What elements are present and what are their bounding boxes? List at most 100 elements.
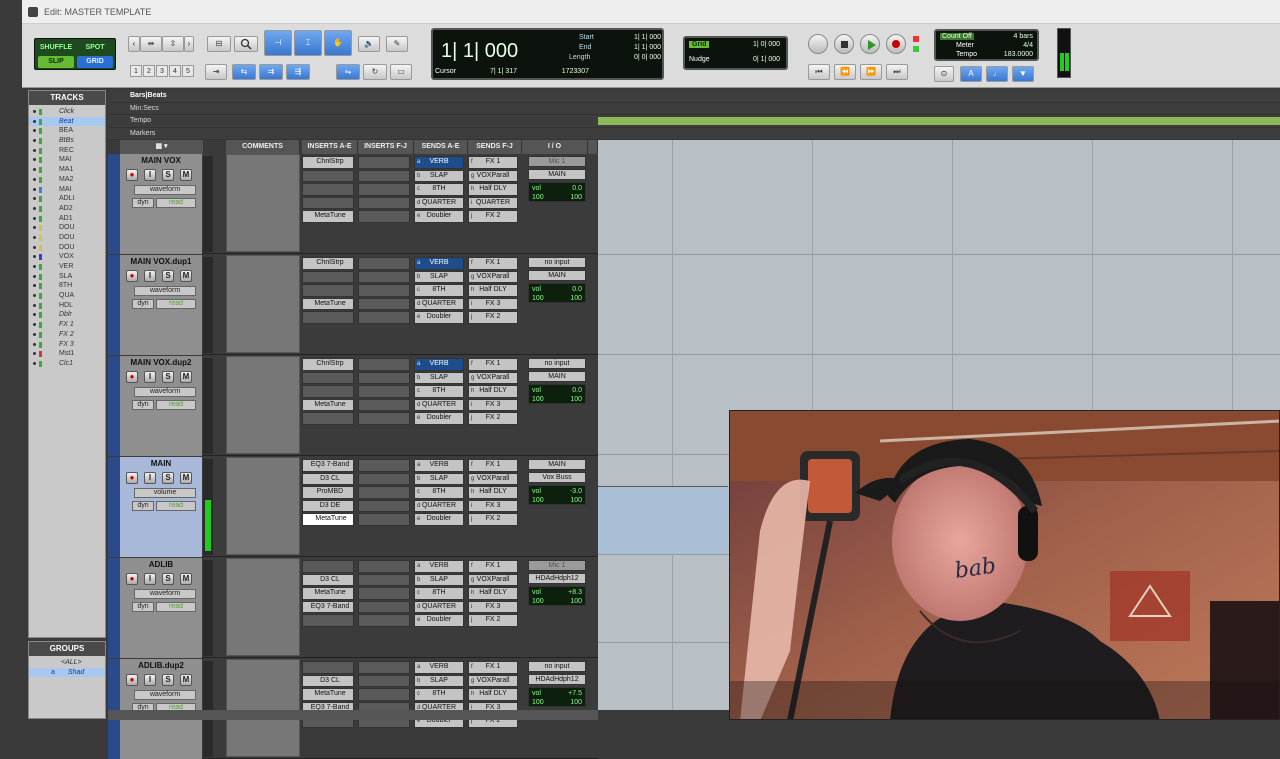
show-hide-dot[interactable] xyxy=(33,168,36,172)
mute-button[interactable]: M xyxy=(180,169,192,181)
track-list-item[interactable]: Dblr xyxy=(29,310,105,320)
track-view-selector[interactable]: waveform xyxy=(134,589,196,599)
show-hide-dot[interactable] xyxy=(33,352,36,356)
zoom-preset-3-button[interactable]: 3 xyxy=(156,65,168,77)
pan-right-value[interactable]: 100 xyxy=(570,496,582,505)
send-slot[interactable]: h Half DLY xyxy=(468,688,518,701)
automation-mode-selector[interactable]: read xyxy=(156,299,196,309)
insert-slot[interactable] xyxy=(358,513,410,526)
send-slot[interactable]: h Half DLY xyxy=(468,284,518,297)
insert-slot[interactable]: MetaTune xyxy=(302,398,354,411)
mirror-midi-button[interactable]: ⇋ xyxy=(336,64,360,80)
track-list-item[interactable]: AD2 xyxy=(29,204,105,214)
output-selector[interactable]: HDAdHdph12 xyxy=(528,573,586,584)
tracks-header[interactable]: TRACKS xyxy=(29,91,105,105)
track-list-item[interactable]: Mst1 xyxy=(29,349,105,359)
pan-left-value[interactable]: 100 xyxy=(532,194,544,201)
insert-slot[interactable] xyxy=(358,486,410,499)
ruler-markers[interactable]: Markers xyxy=(108,128,1280,140)
grid-label[interactable]: Grid xyxy=(689,41,710,48)
send-slot[interactable]: g VOXParall xyxy=(468,371,518,384)
track-list-item[interactable]: QUA xyxy=(29,291,105,301)
track-list-item[interactable]: FX 1 xyxy=(29,320,105,330)
send-slot[interactable]: g VOXParall xyxy=(468,270,518,283)
send-slot[interactable]: c 8TH xyxy=(414,587,464,600)
insert-slot[interactable] xyxy=(358,412,410,425)
insert-slot[interactable]: ChnlStrp xyxy=(302,257,354,270)
volume-pan-display[interactable]: vol +7.5 100 100 xyxy=(528,687,586,707)
automation-mode-selector[interactable]: read xyxy=(156,501,196,511)
track-list-item[interactable]: 8TH xyxy=(29,281,105,291)
zoom-vertical-button[interactable]: ⇳ xyxy=(162,36,184,52)
send-slot[interactable]: h Half DLY xyxy=(468,183,518,196)
insert-slot[interactable] xyxy=(358,183,410,196)
volume-pan-display[interactable]: vol 0.0 100 100 xyxy=(528,182,586,202)
solo-button[interactable]: S xyxy=(162,270,174,282)
link-track-button[interactable]: ⇉ xyxy=(259,64,283,80)
volume-pan-display[interactable]: vol 0.0 100 100 xyxy=(528,283,586,303)
volume-value[interactable]: 0.0 xyxy=(572,285,582,294)
send-slot[interactable]: e Doubler xyxy=(414,311,464,324)
tempo-value[interactable]: 183.0000 xyxy=(1004,51,1033,58)
volume-value[interactable]: 0.0 xyxy=(572,386,582,395)
insert-slot[interactable] xyxy=(302,183,354,196)
send-slot[interactable]: a VERB xyxy=(414,661,464,674)
comments-field[interactable] xyxy=(226,558,300,656)
pan-left-value[interactable]: 100 xyxy=(532,295,544,302)
show-hide-dot[interactable] xyxy=(33,110,36,113)
send-slot[interactable]: i FX 3 xyxy=(468,600,518,613)
show-hide-dot[interactable] xyxy=(33,303,36,307)
name-column-header[interactable]: ▦ ▾ xyxy=(120,140,204,154)
send-slot[interactable]: f FX 1 xyxy=(468,358,518,371)
insert-slot[interactable] xyxy=(358,210,410,223)
show-hide-dot[interactable] xyxy=(33,206,36,210)
track-name[interactable]: MAIN VOX.dup2 xyxy=(120,358,202,367)
track-selection-strip[interactable] xyxy=(108,356,120,456)
pencil-tool-button[interactable]: ✎ xyxy=(386,36,408,52)
send-slot[interactable]: c 8TH xyxy=(414,183,464,196)
insert-slot[interactable] xyxy=(358,371,410,384)
show-hide-dot[interactable] xyxy=(33,255,36,259)
send-slot[interactable]: j FX 2 xyxy=(468,614,518,627)
slip-mode-button[interactable]: SLIP xyxy=(38,56,74,68)
insert-slot[interactable] xyxy=(358,156,410,169)
grid-mode-button[interactable]: GRID xyxy=(77,56,113,68)
comments-field[interactable] xyxy=(226,356,300,454)
send-slot[interactable]: h Half DLY xyxy=(468,486,518,499)
zoom-horizontal-button[interactable]: ⇹ xyxy=(140,36,162,52)
send-slot[interactable]: d QUARTER xyxy=(414,398,464,411)
send-slot[interactable]: f FX 1 xyxy=(468,560,518,573)
send-slot[interactable]: b SLAP xyxy=(414,674,464,687)
track-list-item[interactable]: MA1 xyxy=(29,165,105,175)
input-selector[interactable]: no input xyxy=(528,358,586,369)
loop-toggle-button[interactable]: ↻ xyxy=(363,64,387,80)
dyn-selector[interactable]: dyn xyxy=(132,198,154,208)
tab-to-transient-button[interactable]: ⇥ xyxy=(205,64,227,80)
insert-slot[interactable]: EQ3 7-Band xyxy=(302,600,354,613)
send-slot[interactable]: a VERB xyxy=(414,560,464,573)
show-hide-dot[interactable] xyxy=(33,226,36,230)
grabber-tool-button[interactable]: ✋ xyxy=(324,30,352,56)
track-list-item[interactable]: VER xyxy=(29,262,105,272)
automation-mode-selector[interactable]: read xyxy=(156,198,196,208)
volume-pan-display[interactable]: vol -3.0 100 100 xyxy=(528,485,586,505)
send-slot[interactable]: b SLAP xyxy=(414,472,464,485)
selector-tool-button[interactable]: ⌶ xyxy=(294,30,322,56)
rewind-button[interactable]: ⏪ xyxy=(834,64,856,80)
zoom-preset-2-button[interactable]: 2 xyxy=(143,65,155,77)
ruler-tempo[interactable]: Tempo xyxy=(108,115,1280,128)
mute-button[interactable]: M xyxy=(180,371,192,383)
volume-value[interactable]: 0.0 xyxy=(572,184,582,193)
volume-pan-display[interactable]: vol 0.0 100 100 xyxy=(528,384,586,404)
insert-slot[interactable] xyxy=(302,169,354,182)
pan-left-value[interactable]: 100 xyxy=(532,497,544,504)
send-slot[interactable]: e Doubler xyxy=(414,513,464,526)
mute-button[interactable]: M xyxy=(180,674,192,686)
link-timeline-button[interactable]: ⇆ xyxy=(232,64,256,80)
zoom-in-button[interactable]: › xyxy=(184,36,194,52)
send-slot[interactable]: b SLAP xyxy=(414,169,464,182)
show-hide-dot[interactable] xyxy=(33,265,36,268)
output-selector[interactable]: MAIN xyxy=(528,371,586,382)
insertion-follows-button[interactable]: ⇶ xyxy=(286,64,310,80)
pan-right-value[interactable]: 100 xyxy=(570,294,582,303)
